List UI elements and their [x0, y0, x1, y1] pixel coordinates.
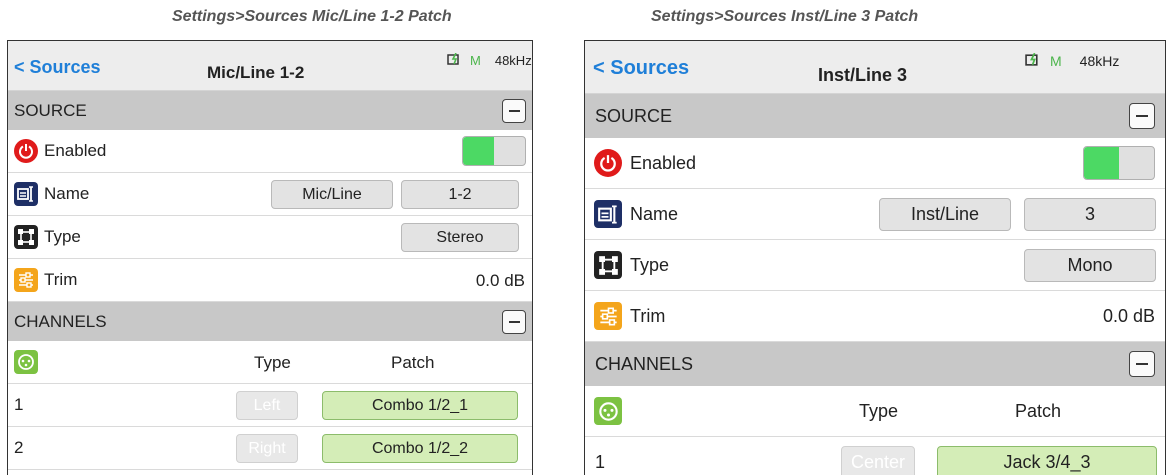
panel-inst-line-3: < Sources Inst/Line 3 M 48kHz SOURCE Ena… — [584, 40, 1166, 475]
row-type: Type Mono — [585, 240, 1165, 291]
sliders-icon — [14, 268, 38, 292]
row-name: Name Inst/Line 3 — [585, 189, 1165, 240]
type-frame-icon — [594, 251, 622, 279]
panel-header: < Sources Inst/Line 3 M 48kHz — [585, 41, 1165, 94]
enabled-toggle[interactable] — [1083, 146, 1155, 180]
battery-charging-icon — [1025, 52, 1040, 69]
channel-row: 2 Right Combo 1/2_2 — [8, 427, 532, 470]
col-patch-header: Patch — [391, 353, 435, 372]
enabled-toggle[interactable] — [462, 136, 526, 166]
channel-patch-button[interactable]: Jack 3/4_3 — [937, 446, 1157, 475]
type-label: Type — [630, 254, 670, 275]
row-enabled: Enabled — [8, 130, 532, 173]
col-type-header: Type — [859, 401, 899, 421]
trim-value[interactable]: 0.0 dB — [476, 271, 525, 291]
name-prefix-button[interactable]: Inst/Line — [879, 198, 1011, 231]
collapse-source-button[interactable] — [502, 99, 526, 123]
trim-label: Trim — [630, 305, 666, 326]
type-label: Type — [44, 227, 81, 246]
sliders-icon — [594, 302, 622, 330]
section-source: SOURCE — [585, 94, 1165, 138]
name-tag-icon — [14, 182, 38, 206]
section-label: CHANNELS — [595, 353, 694, 374]
name-label: Name — [44, 184, 90, 203]
trim-label: Trim — [44, 270, 78, 289]
power-icon — [594, 149, 622, 177]
section-label: SOURCE — [595, 105, 673, 126]
enabled-label: Enabled — [44, 141, 107, 160]
channel-patch-button[interactable]: Combo 1/2_2 — [322, 434, 518, 463]
col-type-header: Type — [254, 353, 291, 372]
mode-indicator: M — [470, 53, 481, 68]
channel-row: 1 Left Combo 1/2_1 — [8, 384, 532, 427]
channels-header-row: Type Patch — [585, 386, 1165, 437]
name-prefix-button[interactable]: Mic/Line — [271, 180, 393, 209]
caption-left: Settings>Sources Mic/Line 1-2 Patch — [172, 8, 452, 25]
type-value-button[interactable]: Stereo — [401, 223, 519, 252]
type-frame-icon — [14, 225, 38, 249]
enabled-label: Enabled — [630, 152, 697, 173]
section-label: CHANNELS — [14, 311, 107, 331]
status-bar: M 48kHz — [447, 52, 532, 68]
section-channels: CHANNELS — [8, 302, 532, 341]
name-suffix-button[interactable]: 3 — [1024, 198, 1156, 231]
collapse-channels-button[interactable] — [502, 310, 526, 334]
caption-right: Settings>Sources Inst/Line 3 Patch — [651, 8, 919, 25]
page-title: Mic/Line 1-2 — [207, 63, 305, 82]
section-label: SOURCE — [14, 100, 87, 120]
channel-number: 1 — [14, 395, 24, 414]
name-suffix-button[interactable]: 1-2 — [401, 180, 519, 209]
channel-patch-button[interactable]: Combo 1/2_1 — [322, 391, 518, 420]
row-name: Name Mic/Line 1-2 — [8, 173, 532, 216]
power-icon — [14, 139, 38, 163]
battery-charging-icon — [447, 52, 461, 68]
xlr-connector-icon — [14, 350, 38, 374]
collapse-channels-button[interactable] — [1129, 351, 1155, 377]
row-type: Type Stereo — [8, 216, 532, 259]
channel-type-button[interactable]: Left — [236, 391, 298, 420]
panel-header: < Sources Mic/Line 1-2 M 48kHz — [8, 41, 532, 91]
panel-mic-line-1-2: < Sources Mic/Line 1-2 M 48kHz SOURCE En… — [7, 40, 533, 475]
channel-type-button[interactable]: Center — [841, 446, 915, 475]
trim-value[interactable]: 0.0 dB — [1103, 306, 1155, 327]
status-bar: M 48kHz — [1025, 52, 1120, 69]
xlr-connector-icon — [594, 397, 622, 425]
type-value-button[interactable]: Mono — [1024, 249, 1156, 282]
col-patch-header: Patch — [1015, 401, 1062, 421]
channels-header-row: Type Patch — [8, 341, 532, 384]
section-source: SOURCE — [8, 91, 532, 130]
section-channels: CHANNELS — [585, 342, 1165, 386]
name-label: Name — [630, 203, 679, 224]
row-trim: Trim 0.0 dB — [8, 259, 532, 302]
collapse-source-button[interactable] — [1129, 103, 1155, 129]
row-enabled: Enabled — [585, 138, 1165, 189]
channel-number: 2 — [14, 438, 24, 457]
name-tag-icon — [594, 200, 622, 228]
page-title: Inst/Line 3 — [818, 65, 908, 85]
sample-rate: 48kHz — [494, 53, 532, 68]
channel-number: 1 — [595, 451, 606, 472]
channel-type-button[interactable]: Right — [236, 434, 298, 463]
back-button[interactable]: < Sources — [14, 57, 101, 78]
sample-rate: 48kHz — [1079, 53, 1120, 69]
mode-indicator: M — [1050, 53, 1062, 69]
row-trim: Trim 0.0 dB — [585, 291, 1165, 342]
channel-row: 1 Center Jack 3/4_3 — [585, 437, 1165, 475]
back-button[interactable]: < Sources — [593, 57, 689, 80]
